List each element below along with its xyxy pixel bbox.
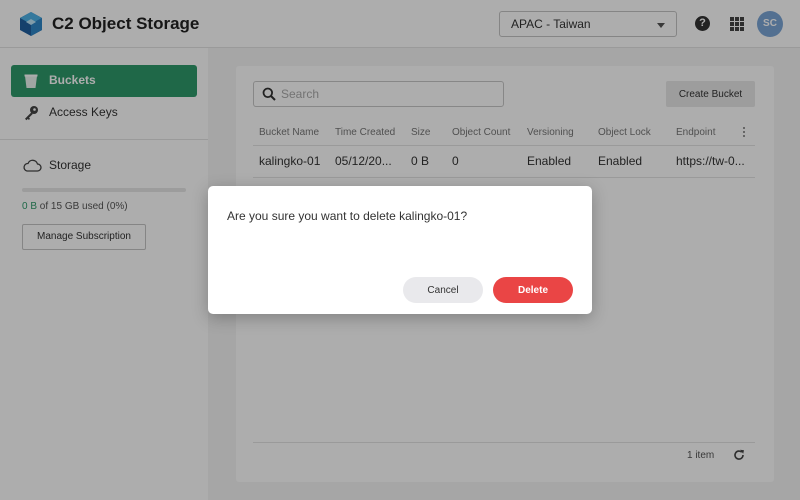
delete-confirm-dialog: Are you sure you want to delete kalingko…	[208, 186, 592, 314]
delete-button[interactable]: Delete	[493, 277, 573, 303]
dialog-message: Are you sure you want to delete kalingko…	[227, 209, 468, 223]
cancel-button[interactable]: Cancel	[403, 277, 483, 303]
